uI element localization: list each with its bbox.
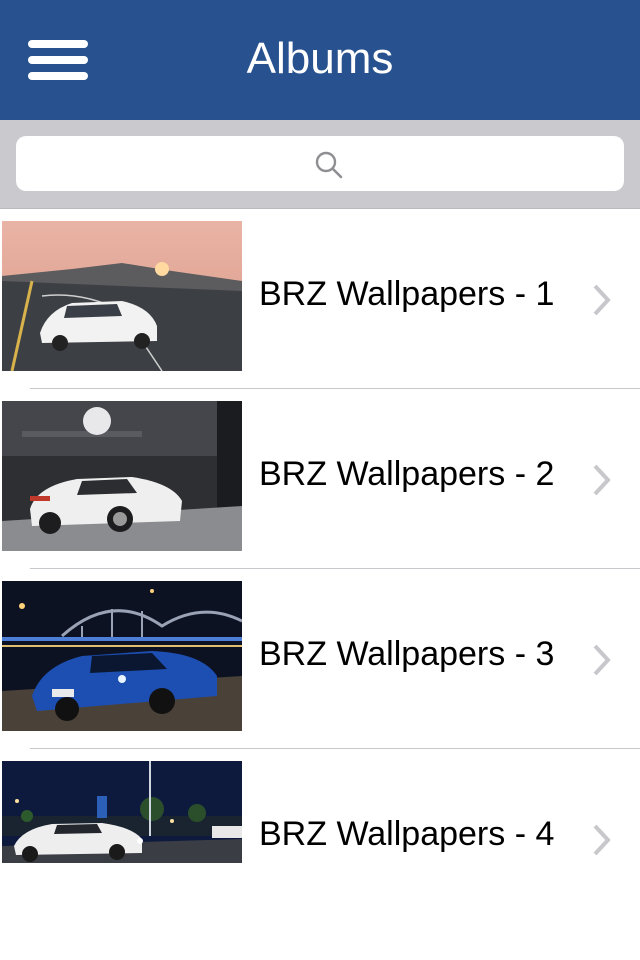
album-row-1[interactable]: BRZ Wallpapers - 1	[0, 209, 640, 389]
navigation-bar: Albums	[0, 0, 640, 120]
album-thumbnail	[2, 581, 242, 731]
chevron-right-icon	[593, 284, 611, 316]
album-list: BRZ Wallpapers - 1 BRZ Wallpapers - 2 BR…	[0, 209, 640, 929]
chevron-right-icon	[593, 824, 611, 856]
chevron-right-icon	[593, 464, 611, 496]
album-title: BRZ Wallpapers - 3	[259, 635, 555, 673]
chevron-right-icon	[593, 644, 611, 676]
album-title: BRZ Wallpapers - 1	[259, 275, 555, 313]
search-icon	[315, 151, 343, 179]
page-title: Albums	[246, 34, 394, 83]
album-title: BRZ Wallpapers - 2	[259, 455, 555, 493]
search-bar	[0, 120, 640, 209]
search-input[interactable]	[16, 136, 624, 191]
album-thumbnail	[2, 221, 242, 371]
album-row-2[interactable]: BRZ Wallpapers - 2	[0, 389, 640, 569]
album-row-3[interactable]: BRZ Wallpapers - 3	[0, 569, 640, 749]
album-thumbnail	[2, 761, 242, 863]
album-row-4[interactable]: BRZ Wallpapers - 4	[0, 749, 640, 929]
album-title: BRZ Wallpapers - 4	[259, 815, 555, 853]
album-thumbnail	[2, 401, 242, 551]
